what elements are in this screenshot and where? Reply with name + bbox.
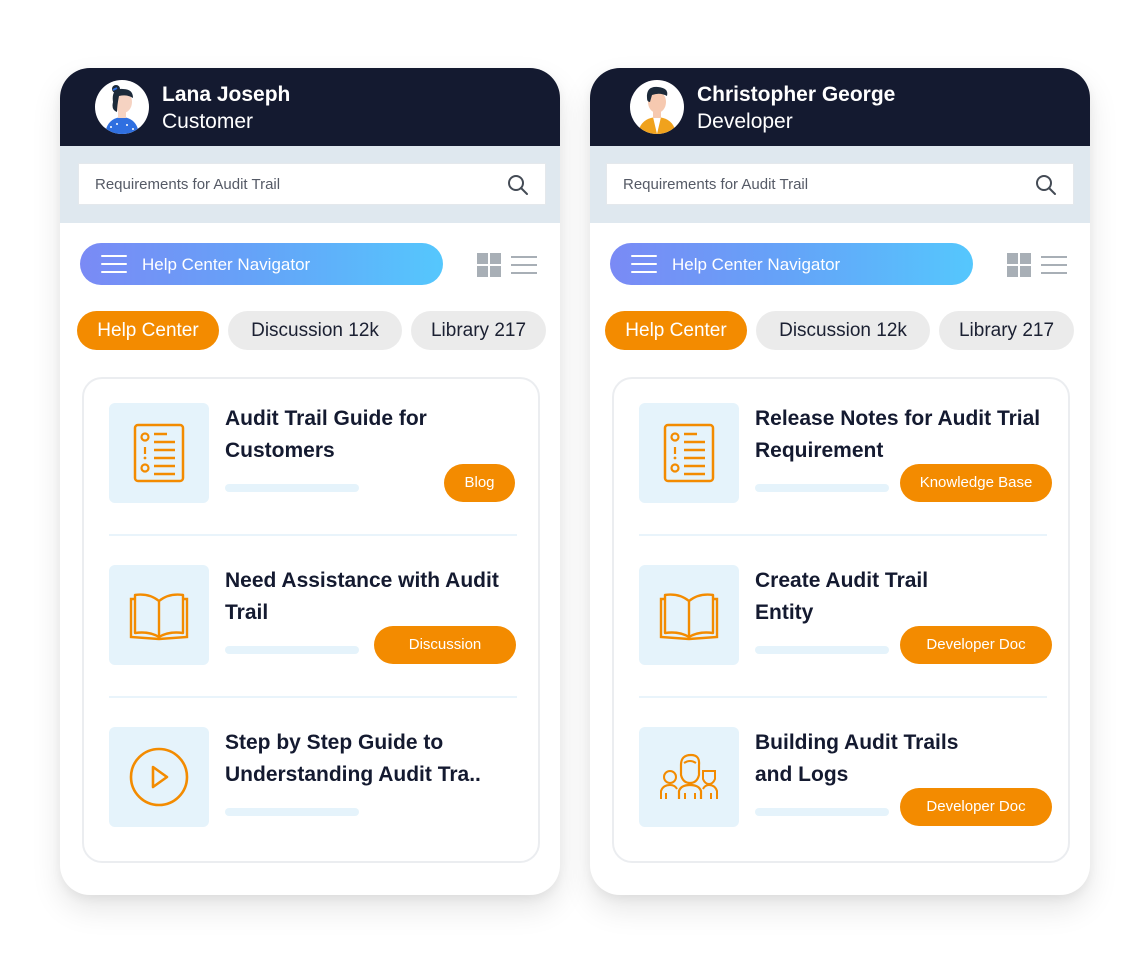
search-icon[interactable] — [1035, 174, 1057, 196]
list-item[interactable]: Building Audit Trails and Logs Developer… — [639, 727, 1052, 827]
developer-panel: Christopher George Developer Requirement… — [590, 68, 1090, 895]
placeholder-bar — [225, 808, 359, 816]
customer-panel: Lana Joseph Customer Requirements for Au… — [60, 68, 560, 895]
placeholder-bar — [225, 484, 359, 492]
item-badge[interactable]: Blog — [444, 464, 515, 502]
search-input[interactable]: Requirements for Audit Trail — [78, 163, 546, 205]
navigator-label: Help Center Navigator — [672, 255, 841, 274]
placeholder-bar — [755, 808, 889, 816]
open-book-icon — [659, 593, 719, 641]
search-area: Requirements for Audit Trail — [590, 146, 1090, 223]
item-thumbnail — [639, 727, 739, 827]
item-thumbnail — [109, 403, 209, 503]
item-thumbnail — [639, 403, 739, 503]
placeholder-bar — [755, 646, 889, 654]
team-icon — [660, 753, 718, 799]
search-area: Requirements for Audit Trail — [60, 146, 560, 223]
search-input[interactable]: Requirements for Audit Trail — [606, 163, 1074, 205]
checklist-icon — [663, 423, 715, 483]
results-list: Release Notes for Audit Trial Requiremen… — [612, 377, 1070, 863]
help-center-navigator-button[interactable]: Help Center Navigator — [80, 243, 443, 285]
divider — [639, 534, 1047, 536]
user-header: Lana Joseph Customer — [60, 68, 560, 146]
category-tabs: Help Center Discussion 12k Library 217 — [77, 311, 546, 350]
item-thumbnail — [109, 565, 209, 665]
list-item[interactable]: Step by Step Guide to Understanding Audi… — [109, 727, 517, 827]
item-badge[interactable]: Knowledge Base — [900, 464, 1052, 502]
list-view-icon[interactable] — [1041, 256, 1067, 274]
help-center-navigator-button[interactable]: Help Center Navigator — [610, 243, 973, 285]
results-list: Audit Trail Guide for Customers Blog Nee… — [82, 377, 540, 863]
list-item[interactable]: Release Notes for Audit Trial Requiremen… — [639, 403, 1052, 503]
placeholder-bar — [225, 646, 359, 654]
search-value: Requirements for Audit Trail — [623, 176, 809, 193]
checklist-icon — [133, 423, 185, 483]
tab-library[interactable]: Library 217 — [939, 311, 1074, 350]
item-title[interactable]: Step by Step Guide to Understanding Audi… — [225, 727, 535, 791]
navigator-label: Help Center Navigator — [142, 255, 311, 274]
tab-discussion[interactable]: Discussion 12k — [228, 311, 402, 350]
divider — [109, 534, 517, 536]
item-badge[interactable]: Developer Doc — [900, 788, 1052, 826]
open-book-icon — [129, 593, 189, 641]
item-title[interactable]: Need Assistance with Audit Trail — [225, 565, 525, 629]
tab-library[interactable]: Library 217 — [411, 311, 546, 350]
list-view-icon[interactable] — [511, 256, 537, 274]
list-item[interactable]: Need Assistance with Audit Trail Discuss… — [109, 565, 517, 665]
woman-avatar-icon — [95, 80, 149, 134]
list-item[interactable]: Audit Trail Guide for Customers Blog — [109, 403, 517, 503]
item-thumbnail — [639, 565, 739, 665]
divider — [639, 696, 1047, 698]
placeholder-bar — [755, 484, 889, 492]
item-title[interactable]: Building Audit Trails and Logs — [755, 727, 995, 791]
item-title[interactable]: Audit Trail Guide for Customers — [225, 403, 525, 467]
tab-help-center[interactable]: Help Center — [77, 311, 219, 350]
search-value: Requirements for Audit Trail — [95, 176, 281, 193]
tab-help-center[interactable]: Help Center — [605, 311, 747, 350]
category-tabs: Help Center Discussion 12k Library 217 — [605, 311, 1074, 350]
item-thumbnail — [109, 727, 209, 827]
grid-view-icon[interactable] — [1007, 253, 1031, 277]
hamburger-icon — [631, 255, 657, 273]
item-title[interactable]: Release Notes for Audit Trial Requiremen… — [755, 403, 1055, 467]
user-name: Lana Joseph — [162, 83, 291, 106]
item-badge[interactable]: Developer Doc — [900, 626, 1052, 664]
item-title[interactable]: Create Audit Trail Entity — [755, 565, 975, 629]
list-item[interactable]: Create Audit Trail Entity Developer Doc — [639, 565, 1052, 665]
tab-discussion[interactable]: Discussion 12k — [756, 311, 930, 350]
user-header: Christopher George Developer — [590, 68, 1090, 146]
user-role: Customer — [162, 110, 254, 133]
user-name: Christopher George — [697, 83, 896, 106]
hamburger-icon — [101, 255, 127, 273]
man-avatar-icon — [630, 80, 684, 134]
play-circle-icon — [129, 747, 189, 807]
grid-view-icon[interactable] — [477, 253, 501, 277]
item-badge[interactable]: Discussion — [374, 626, 516, 664]
user-role: Developer — [697, 110, 793, 133]
search-icon[interactable] — [507, 174, 529, 196]
divider — [109, 696, 517, 698]
